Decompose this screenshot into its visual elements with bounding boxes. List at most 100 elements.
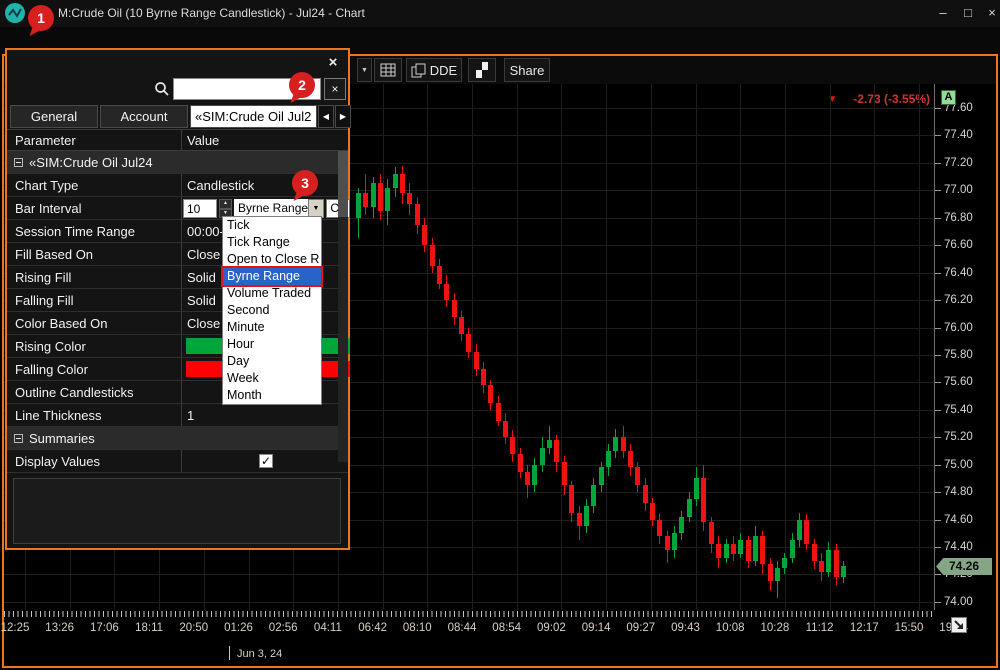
v-gridline [472, 84, 473, 610]
candlestick-icon [474, 61, 490, 79]
autoscale-badge[interactable]: A [941, 90, 956, 105]
time-axis-label: 08:54 [485, 622, 529, 634]
maximize-button[interactable]: □ [957, 5, 979, 22]
display-values-checkbox[interactable]: ✓ [259, 454, 273, 468]
parameter-name: Falling Fill [15, 293, 74, 308]
parameter-row[interactable]: Display Values✓ [7, 450, 348, 473]
time-axis[interactable]: 12:2513:2617:0618:1120:5001:2602:5604:11… [4, 610, 996, 646]
candle-body [510, 437, 515, 453]
collapse-minus-icon[interactable] [14, 434, 23, 443]
dialog-tab-scroll-left[interactable]: ◀ [318, 105, 334, 128]
search-icon [154, 81, 170, 97]
dropdown-option[interactable]: Second [223, 302, 321, 319]
dropdown-option[interactable]: Volume Traded [223, 285, 321, 302]
time-axis-label: 08:10 [395, 622, 439, 634]
price-tick-label: 74.80 [944, 486, 973, 498]
dropdown-option[interactable]: Tick [223, 217, 321, 234]
candle-body [716, 544, 721, 558]
candle-body [356, 193, 361, 218]
time-axis-label: 09:27 [619, 622, 663, 634]
candle-body [753, 536, 758, 561]
dropdown-option[interactable]: Hour [223, 336, 321, 353]
price-tick [935, 437, 941, 438]
dropdown-option[interactable]: Tick Range [223, 234, 321, 251]
resize-handle-icon[interactable] [951, 617, 967, 633]
candlestick-mode-button[interactable] [468, 58, 496, 82]
search-clear-button[interactable]: × [324, 78, 346, 100]
dropdown-option[interactable]: Day [223, 353, 321, 370]
app-logo-icon [5, 3, 25, 23]
time-axis-label: 08:44 [440, 622, 484, 634]
dropdown-option[interactable]: Month [223, 387, 321, 404]
parameter-value[interactable]: Solid [187, 293, 216, 308]
candle-body [363, 193, 368, 207]
parameter-row[interactable]: Summaries [7, 427, 348, 450]
share-button[interactable]: Share [504, 58, 550, 82]
candle-body [518, 454, 523, 472]
tab-symbol[interactable]: «SIM:Crude Oil Jul2 [190, 105, 317, 128]
step-badge-1: 1 [28, 5, 54, 31]
parameter-name: Falling Color [15, 362, 88, 377]
parameter-value[interactable]: Candlestick [187, 178, 254, 193]
v-gridline [740, 84, 741, 610]
candle-body [378, 183, 383, 210]
parameter-row[interactable]: «SIM:Crude Oil Jul24 [7, 151, 348, 174]
parameter-name: Color Based On [15, 316, 108, 331]
time-axis-label: 12:17 [842, 622, 886, 634]
collapse-minus-icon[interactable] [14, 158, 23, 167]
close-button[interactable]: × [981, 5, 1000, 22]
candle-body [540, 448, 545, 464]
dropdown-option[interactable]: Open to Close R [223, 251, 321, 268]
time-axis-label: 06:42 [351, 622, 395, 634]
down-arrow-icon: ▼ [223, 211, 228, 216]
tab-account[interactable]: Account [100, 105, 188, 128]
candle-body [650, 503, 655, 519]
price-tick [935, 520, 941, 521]
application-window: M:Crude Oil (10 Byrne Range Candlestick)… [0, 0, 1000, 670]
parameter-value[interactable]: Solid [187, 270, 216, 285]
candle-body [503, 421, 508, 437]
time-axis-label: 02:56 [261, 622, 305, 634]
time-axis-label: 13:26 [38, 622, 82, 634]
dde-label: DDE [430, 63, 457, 78]
time-axis-label: 10:28 [753, 622, 797, 634]
price-tick-label: 76.40 [944, 267, 973, 279]
time-axis-label: 15:50 [887, 622, 931, 634]
dialog-tab-scroll-right[interactable]: ▶ [335, 105, 351, 128]
dde-button[interactable]: DDE [406, 58, 462, 82]
parameter-name: Chart Type [15, 178, 78, 193]
price-tick-label: 76.00 [944, 322, 973, 334]
candle-body [613, 437, 618, 451]
parameter-value[interactable]: 1 [187, 408, 194, 423]
window-title: M:Crude Oil (10 Byrne Range Candlestick)… [58, 6, 365, 20]
candle-body [738, 540, 743, 554]
spinner-up-button[interactable]: ▲ [219, 199, 232, 209]
time-axis-label: 04:11 [306, 622, 350, 634]
bar-interval-input[interactable] [183, 199, 217, 218]
price-tick [935, 492, 941, 493]
candle-body [606, 451, 611, 467]
quote-board-button[interactable] [374, 58, 402, 82]
toolbar-dropdown[interactable]: ▼ [357, 58, 372, 82]
parameter-row[interactable]: Line Thickness1 [7, 404, 348, 427]
candle-body [628, 451, 633, 467]
parameter-name: Rising Color [15, 339, 86, 354]
price-tick [935, 410, 941, 411]
step-badge-2: 2 [289, 72, 315, 98]
dropdown-option[interactable]: Week [223, 370, 321, 387]
dialog-close-button[interactable]: × [324, 54, 342, 72]
parameter-name: Bar Interval [15, 201, 81, 216]
candle-body [709, 522, 714, 544]
price-tick [935, 328, 941, 329]
candle-body [746, 540, 751, 561]
dropdown-option[interactable]: Byrne Range [223, 268, 321, 285]
tab-general[interactable]: General [10, 105, 98, 128]
candle-body [812, 544, 817, 560]
candle-body [481, 369, 486, 385]
scrollbar-thumb[interactable] [338, 151, 348, 217]
minimize-button[interactable]: – [932, 5, 954, 22]
dropdown-option[interactable]: Minute [223, 319, 321, 336]
time-axis-label: 20:50 [172, 622, 216, 634]
candle-body [775, 568, 780, 582]
price-axis[interactable]: 77.6077.4077.2077.0076.8076.6076.4076.20… [934, 84, 996, 610]
